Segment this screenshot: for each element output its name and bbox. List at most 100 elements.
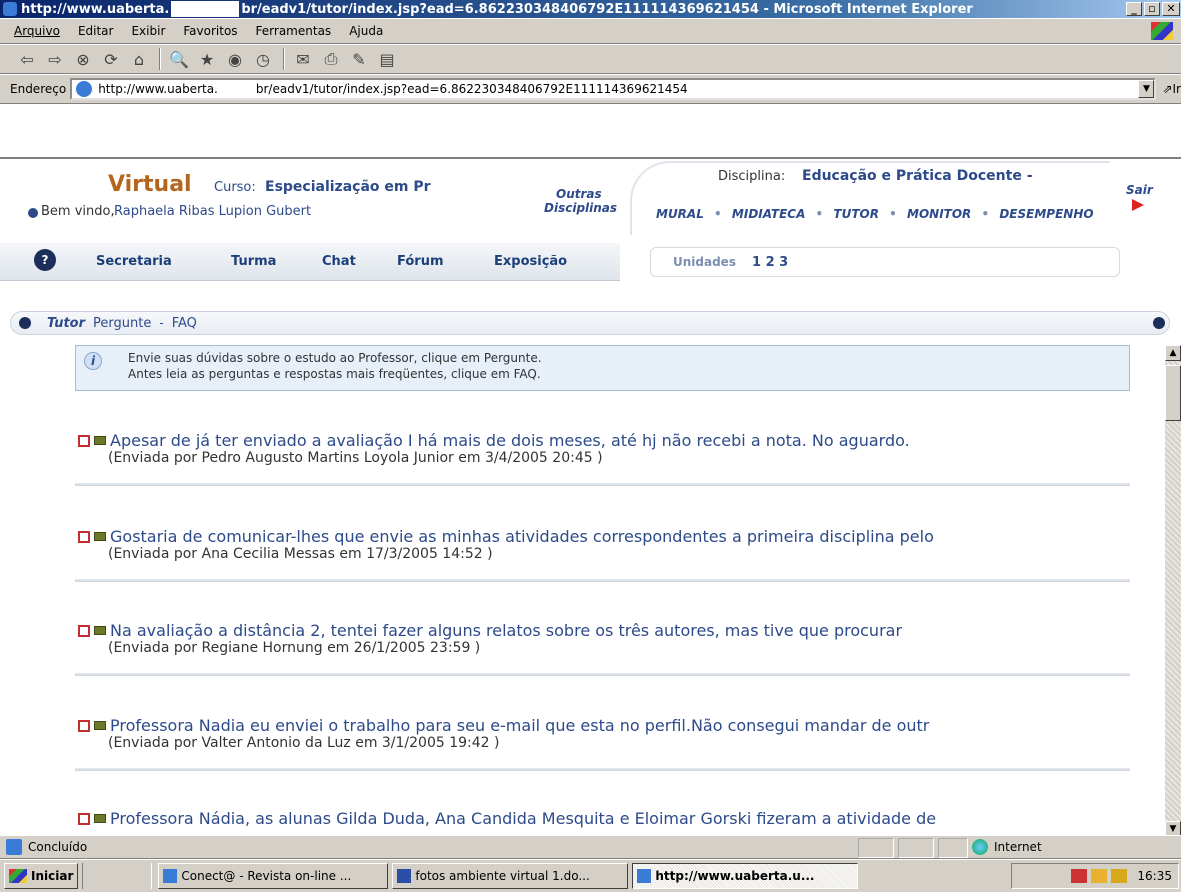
question-divider bbox=[75, 768, 1130, 771]
redacted-block bbox=[171, 1, 240, 17]
faq-link[interactable]: FAQ bbox=[172, 316, 197, 331]
link-monitor[interactable]: MONITOR bbox=[907, 207, 971, 221]
task-word-doc[interactable]: fotos ambiente virtual 1.do... bbox=[392, 863, 629, 889]
sair-arrow-icon bbox=[1132, 199, 1144, 211]
disciplina-value[interactable]: Educação e Prática Docente - bbox=[802, 168, 1033, 184]
address-url-part1: http://www.uaberta. bbox=[98, 82, 218, 96]
go-button[interactable]: ⇗Ir bbox=[1162, 82, 1181, 96]
question-title[interactable]: Professora Nadia eu enviei o trabalho pa… bbox=[110, 716, 929, 735]
quicklaunch-area bbox=[82, 863, 153, 889]
outras-label-1[interactable]: Outras bbox=[556, 187, 602, 201]
tray-icon[interactable] bbox=[1091, 869, 1108, 883]
envelope-icon bbox=[94, 814, 106, 823]
question-title[interactable]: Na avaliação a distância 2, tentei fazer… bbox=[110, 621, 902, 640]
envelope-icon bbox=[94, 626, 106, 635]
menu-exibir[interactable]: Exibir bbox=[131, 24, 165, 38]
mail-icon[interactable]: ✉ bbox=[290, 48, 316, 70]
home-icon[interactable]: ⌂ bbox=[126, 48, 152, 70]
stop-icon[interactable]: ⊗ bbox=[70, 48, 96, 70]
address-label: Endereço bbox=[10, 82, 67, 96]
vertical-scrollbar[interactable]: ▲ ▼ bbox=[1165, 345, 1181, 835]
question-title[interactable]: Apesar de já ter enviado a avaliação I h… bbox=[110, 431, 910, 450]
question-item[interactable]: Apesar de já ter enviado a avaliação I h… bbox=[75, 431, 1130, 486]
print-icon[interactable]: ⎙ bbox=[318, 48, 344, 70]
pergunte-link[interactable]: Pergunte bbox=[93, 316, 151, 331]
outras-label-2[interactable]: Disciplinas bbox=[544, 201, 617, 215]
task-label: Conect@ - Revista on-line ... bbox=[181, 869, 352, 883]
tab-exposicao-label[interactable]: Exposição bbox=[494, 254, 567, 269]
menu-editar[interactable]: Editar bbox=[78, 24, 114, 38]
tab-turma-label[interactable]: Turma bbox=[231, 254, 276, 269]
menu-ajuda[interactable]: Ajuda bbox=[349, 24, 383, 38]
toolbar-separator bbox=[159, 48, 161, 70]
flag-icon bbox=[78, 813, 90, 825]
welcome-user[interactable]: Raphaela Ribas Lupion Gubert bbox=[114, 204, 311, 219]
tray-icon[interactable] bbox=[1071, 869, 1088, 883]
close-button[interactable]: ✕ bbox=[1162, 2, 1180, 16]
help-button[interactable]: ? bbox=[34, 249, 56, 271]
tab-exposicao[interactable]: Exposição bbox=[494, 254, 567, 269]
question-item[interactable]: Professora Nádia, as alunas Gilda Duda, … bbox=[78, 809, 936, 828]
tab-forum[interactable]: Fórum bbox=[397, 254, 444, 269]
back-icon[interactable]: ⇦ bbox=[14, 48, 40, 70]
tray-icon[interactable] bbox=[1111, 869, 1128, 883]
scroll-thumb[interactable] bbox=[1165, 365, 1181, 421]
address-input[interactable]: http://www.uaberta. br/eadv1/tutor/index… bbox=[70, 78, 1157, 100]
brand-virtual: Virtual bbox=[108, 172, 192, 197]
menu-favoritos[interactable]: Favoritos bbox=[183, 24, 237, 38]
scroll-down-icon[interactable]: ▼ bbox=[1165, 821, 1181, 835]
search-icon[interactable]: 🔍 bbox=[166, 48, 192, 70]
zone-text: Internet bbox=[994, 840, 1042, 854]
question-item[interactable]: Professora Nadia eu enviei o trabalho pa… bbox=[75, 716, 1130, 771]
tab-secretaria-label[interactable]: Secretaria bbox=[96, 254, 172, 269]
forward-icon[interactable]: ⇨ bbox=[42, 48, 68, 70]
window-title-part1: http://www.uaberta. bbox=[21, 1, 170, 17]
question-title[interactable]: Gostaria de comunicar-lhes que envie as … bbox=[110, 527, 934, 546]
media-icon[interactable]: ◉ bbox=[222, 48, 248, 70]
minimize-button[interactable]: _ bbox=[1126, 2, 1142, 16]
question-divider bbox=[75, 483, 1130, 486]
discuss-icon[interactable]: ▤ bbox=[374, 48, 400, 70]
envelope-icon bbox=[94, 436, 106, 445]
question-meta: (Enviada por Pedro Augusto Martins Loyol… bbox=[108, 450, 603, 466]
menu-ferramentas[interactable]: Ferramentas bbox=[256, 24, 332, 38]
go-arrow-icon: ⇗ bbox=[1162, 82, 1173, 96]
info-box: i Envie suas dúvidas sobre o estudo ao P… bbox=[75, 345, 1130, 391]
tab-chat[interactable]: Chat bbox=[322, 254, 356, 269]
address-bar: Endereço http://www.uaberta. br/eadv1/tu… bbox=[0, 74, 1181, 104]
question-item[interactable]: Na avaliação a distância 2, tentei fazer… bbox=[75, 621, 1130, 676]
link-tutor[interactable]: TUTOR bbox=[833, 207, 879, 221]
question-item[interactable]: Gostaria de comunicar-lhes que envie as … bbox=[75, 527, 1130, 582]
task-label: http://www.uaberta.u... bbox=[655, 869, 815, 883]
sair-button[interactable]: Sair bbox=[1126, 183, 1153, 197]
address-url-part2: br/eadv1/tutor/index.jsp?ead=6.862230348… bbox=[255, 82, 688, 96]
scroll-up-icon[interactable]: ▲ bbox=[1165, 345, 1181, 361]
question-title[interactable]: Professora Nádia, as alunas Gilda Duda, … bbox=[110, 809, 936, 828]
start-button[interactable]: Iniciar bbox=[4, 863, 79, 889]
link-desempenho[interactable]: DESEMPENHO bbox=[999, 207, 1093, 221]
task-conecta[interactable]: Conect@ - Revista on-line ... bbox=[158, 863, 389, 889]
tab-forum-label[interactable]: Fórum bbox=[397, 254, 444, 269]
tab-secretaria[interactable]: Secretaria bbox=[96, 254, 172, 269]
tutor-bar: Tutor Pergunte - FAQ bbox=[10, 311, 1170, 335]
link-mural[interactable]: MURAL bbox=[656, 207, 704, 221]
edit-icon[interactable]: ✎ bbox=[346, 48, 372, 70]
ie-icon bbox=[163, 869, 178, 883]
task-ie-active[interactable]: http://www.uaberta.u... bbox=[632, 863, 859, 889]
menu-arquivo[interactable]: Arquivo bbox=[14, 24, 60, 38]
tutor-bullet-icon-right bbox=[1153, 317, 1165, 329]
unidades-links[interactable]: 1 2 3 bbox=[752, 255, 788, 270]
flag-icon bbox=[78, 625, 90, 637]
address-dropdown-icon[interactable]: ▼ bbox=[1138, 80, 1155, 98]
link-bullet: • bbox=[714, 207, 722, 221]
tab-turma[interactable]: Turma bbox=[231, 254, 276, 269]
history-icon[interactable]: ◷ bbox=[250, 48, 276, 70]
system-tray: 16:35 bbox=[1011, 863, 1179, 889]
maximize-button[interactable]: ▫ bbox=[1144, 2, 1160, 16]
window-titlebar: http://www.uaberta. br/eadv1/tutor/index… bbox=[0, 0, 1181, 18]
curso-value[interactable]: Especialização em Pr bbox=[265, 179, 431, 195]
tab-chat-label[interactable]: Chat bbox=[322, 254, 356, 269]
link-midiateca[interactable]: MIDIATECA bbox=[732, 207, 805, 221]
refresh-icon[interactable]: ⟳ bbox=[98, 48, 124, 70]
favorites-icon[interactable]: ★ bbox=[194, 48, 220, 70]
